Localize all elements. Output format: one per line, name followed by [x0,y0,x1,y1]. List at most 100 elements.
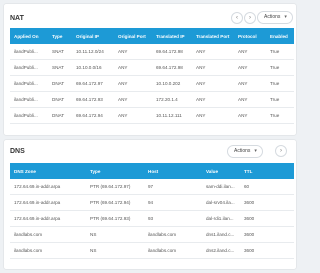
column-header[interactable]: Original IP [72,28,114,44]
column-header[interactable]: Original Port [114,28,152,44]
dns-actions-label: Actions [234,148,251,154]
table-cell: NS [86,226,144,243]
table-cell: 10.10.0.0/16 [72,59,114,76]
chevron-down-icon: ▾ [284,14,287,20]
table-cell: 3600 [240,210,294,227]
nat-table: Applied On Type Original IP Original Por… [10,28,294,124]
next-page-button[interactable]: › [244,12,256,24]
table-cell: True [266,59,294,76]
table-cell: ilandPubli... [10,59,48,76]
table-cell: NS [86,242,144,259]
table-cell: ilandPubli... [10,107,48,124]
table-cell: SNAT [48,59,72,76]
nat-actions-button[interactable]: Actions ▾ [257,11,293,24]
table-row[interactable]: 172.64.69.in-addr.arpa PTR (69.64.172.93… [10,210,294,227]
table-row[interactable]: ilandlabs.com NS ilandlabs.com dns2.ilan… [10,242,294,259]
table-cell: sam-ddi.ilan... [202,179,240,195]
table-cell: 10.10.0.202 [152,75,192,92]
table-cell: 3600 [240,194,294,211]
table-cell: 69.64.172.93 [72,91,114,108]
table-cell: ANY [114,91,152,108]
nat-title: NAT [10,15,24,22]
table-cell: ANY [192,44,234,60]
table-cell: ANY [114,59,152,76]
table-cell: 10.11.12.111 [152,107,192,124]
table-cell: ANY [192,107,234,124]
table-cell: ANY [234,91,266,108]
column-header[interactable]: Value [202,163,240,179]
table-cell: ANY [114,44,152,60]
column-header[interactable]: Host [144,163,202,179]
table-cell: DNAT [48,107,72,124]
table-row[interactable]: ilandPubli... DNAT 69.64.172.93 ANY 172.… [10,91,294,108]
table-row[interactable]: ilandPubli... SNAT 10.11.12.0/24 ANY 69.… [10,44,294,60]
table-cell: 69.64.172.98 [152,59,192,76]
dns-table: DNS Zone Type Host Value TTL 172.64.69.i… [10,163,294,259]
column-header[interactable]: TTL [240,163,294,179]
table-cell: DNAT [48,91,72,108]
table-cell: ANY [234,107,266,124]
table-cell: ilandPubli... [10,75,48,92]
table-cell: True [266,44,294,60]
column-header[interactable]: Applied On [10,28,48,44]
table-cell: 94 [144,194,202,211]
table-cell: 69.64.172.98 [152,44,192,60]
table-cell: 172.64.69.in-addr.arpa [10,210,86,227]
table-cell: dns1.iland.c... [202,226,240,243]
table-cell: 172.64.69.in-addr.arpa [10,179,86,195]
column-header[interactable]: Type [48,28,72,44]
table-cell: ANY [114,107,152,124]
table-cell: 69.64.172.97 [72,75,114,92]
table-cell: 3600 [240,242,294,259]
table-cell: ANY [234,44,266,60]
table-cell: PTR (69.64.172.93) [86,210,144,227]
table-cell: ANY [192,75,234,92]
table-cell: ilandlabs.com [144,242,202,259]
table-cell: dal-rdi1.ilan... [202,210,240,227]
table-cell: 10.11.12.0/24 [72,44,114,60]
table-cell: PTR (69.64.172.94) [86,194,144,211]
chevron-right-icon: › [249,15,251,21]
table-row[interactable]: ilandPubli... SNAT 10.10.0.0/16 ANY 69.6… [10,59,294,76]
table-cell: 93 [144,210,202,227]
table-cell: PTR (69.64.172.97) [86,179,144,195]
column-header[interactable]: Enabled [266,28,294,44]
table-cell: ilandlabs.com [10,242,86,259]
table-cell: DNAT [48,75,72,92]
dns-header-row: DNS Zone Type Host Value TTL [10,163,294,179]
column-header[interactable]: Protocol [234,28,266,44]
column-header[interactable]: Type [86,163,144,179]
dns-title: DNS [10,148,25,155]
table-cell: ANY [234,75,266,92]
table-row[interactable]: ilandPubli... DNAT 69.64.172.94 ANY 10.1… [10,107,294,124]
table-cell: SNAT [48,44,72,60]
table-cell: True [266,91,294,108]
chevron-right-icon: › [280,148,282,154]
nat-actions-label: Actions [264,14,281,20]
nat-panel: NAT ‹ › Actions ▾ Applied On Type Origina… [4,4,296,135]
table-cell: ilandPubli... [10,91,48,108]
table-cell: 69.64.172.94 [72,107,114,124]
column-header[interactable]: DNS Zone [10,163,86,179]
table-row[interactable]: 172.64.69.in-addr.arpa PTR (69.64.172.97… [10,179,294,195]
column-header[interactable]: Translated IP [152,28,192,44]
table-cell: ilandlabs.com [10,226,86,243]
table-cell: ilandlabs.com [144,226,202,243]
dns-actions-button[interactable]: Actions ▾ [227,145,263,158]
table-row[interactable]: ilandlabs.com NS ilandlabs.com dns1.ilan… [10,226,294,243]
table-cell: 172.64.69.in-addr.arpa [10,194,86,211]
column-header[interactable]: Translated Port [192,28,234,44]
chevron-left-icon: ‹ [236,15,238,21]
table-cell: ANY [192,59,234,76]
nat-header-row: Applied On Type Original IP Original Por… [10,28,294,44]
prev-page-button[interactable]: ‹ [231,12,243,24]
table-row[interactable]: 172.64.69.in-addr.arpa PTR (69.64.172.94… [10,194,294,211]
table-cell: 60 [240,179,294,195]
table-cell: 172.20.1.4 [152,91,192,108]
table-cell: dal-srv04.ila... [202,194,240,211]
chevron-down-icon: ▾ [254,148,257,154]
table-cell: ANY [234,59,266,76]
table-row[interactable]: ilandPubli... DNAT 69.64.172.97 ANY 10.1… [10,75,294,92]
next-page-button[interactable]: › [275,145,287,157]
table-cell: dns2.iland.c... [202,242,240,259]
